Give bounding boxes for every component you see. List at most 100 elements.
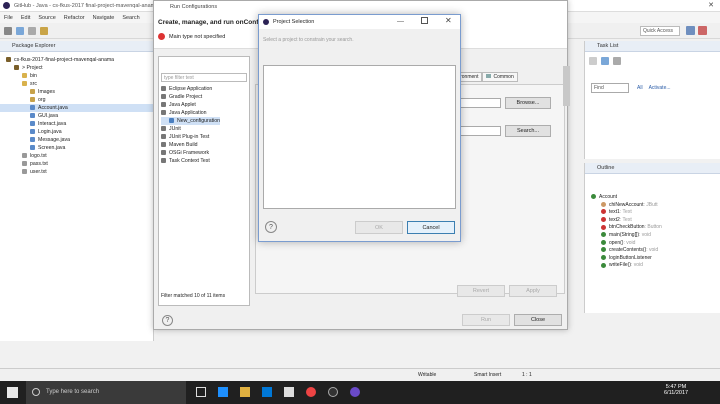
perspective-icon[interactable]: [686, 26, 695, 35]
task-find-row: Find All Activate...: [591, 83, 671, 93]
tree-item[interactable]: bin: [0, 72, 153, 80]
config-type-item[interactable]: New_configuration: [161, 117, 220, 125]
tree-item[interactable]: GUI.java: [0, 112, 153, 120]
filter-tasks-icon[interactable]: [601, 57, 609, 65]
debug-icon[interactable]: [40, 26, 48, 35]
close-icon[interactable]: ✕: [445, 16, 452, 25]
outline-item[interactable]: btnCheckButton: Button: [591, 224, 720, 232]
activate-link[interactable]: Activate...: [649, 85, 671, 91]
outline-item[interactable]: text1: Text: [591, 209, 720, 217]
config-type-item[interactable]: JUnit: [161, 125, 220, 133]
config-type-label: Maven Build: [169, 142, 198, 148]
browse-button[interactable]: Browse...: [505, 97, 551, 109]
help-icon[interactable]: ?: [162, 315, 173, 326]
tree-item-icon: [14, 65, 19, 71]
tree-item[interactable]: org: [0, 96, 153, 104]
tree-item-icon: [22, 169, 27, 175]
outline-item[interactable]: chiNewAccount: JButt: [591, 202, 720, 210]
menu-item-refactor[interactable]: Refactor: [64, 15, 85, 21]
windows-start-icon[interactable]: [7, 387, 18, 398]
package-explorer: Package Explorer cs-fkus-2017-final-proj…: [0, 41, 154, 341]
tree-item[interactable]: Interact.java: [0, 120, 153, 128]
taskbar-search[interactable]: Type here to search: [26, 381, 186, 404]
project-list[interactable]: [263, 65, 456, 209]
config-type-item[interactable]: OSGi Framework: [161, 149, 220, 157]
find-input[interactable]: Find: [591, 83, 629, 93]
cancel-button[interactable]: Cancel: [407, 221, 455, 234]
collapse-tasks-icon[interactable]: [613, 57, 621, 65]
outline-item-label: main(String[]): [609, 231, 640, 238]
tree-item[interactable]: user.txt: [0, 168, 153, 176]
chrome-icon[interactable]: [306, 387, 316, 397]
outline-item[interactable]: text2: Text: [591, 217, 720, 225]
outline-item[interactable]: open(): void: [591, 240, 720, 248]
outline-item[interactable]: Account: [591, 194, 720, 202]
config-type-icon: [161, 110, 166, 116]
close-button[interactable]: Close: [514, 314, 562, 326]
project-field[interactable]: [455, 98, 501, 108]
task-view-icon[interactable]: [196, 387, 206, 397]
config-type-item[interactable]: JUnit Plug-in Test: [161, 133, 220, 141]
tree-item[interactable]: Images: [0, 88, 153, 96]
main-class-field[interactable]: [455, 126, 501, 136]
tree-item[interactable]: src: [0, 80, 153, 88]
all-link[interactable]: All: [637, 85, 643, 91]
minimize-icon[interactable]: —: [397, 18, 404, 25]
tree-item[interactable]: logo.txt: [0, 152, 153, 160]
tree-item-label: org: [38, 97, 46, 103]
app-icon[interactable]: [284, 387, 294, 397]
help-icon[interactable]: ?: [265, 221, 277, 233]
save-icon[interactable]: [16, 26, 24, 35]
config-type-item[interactable]: Gradle Project: [161, 93, 220, 101]
tree-item-icon: [22, 81, 27, 87]
package-explorer-title: Package Explorer: [12, 43, 56, 49]
tree-item[interactable]: Login.java: [0, 128, 153, 136]
close-window-button[interactable]: ✕: [708, 1, 714, 9]
menu-item-navigate[interactable]: Navigate: [93, 15, 115, 21]
store-icon[interactable]: [262, 387, 272, 397]
config-type-item[interactable]: Eclipse Application: [161, 85, 220, 93]
config-type-item[interactable]: Maven Build: [161, 141, 220, 149]
maximize-icon[interactable]: [421, 17, 428, 24]
tree-item[interactable]: Screen.java: [0, 144, 153, 152]
tree-item[interactable]: Message.java: [0, 136, 153, 144]
outline-item[interactable]: createContents(): void: [591, 247, 720, 255]
new-task-icon[interactable]: [589, 57, 597, 65]
tab-common[interactable]: Common: [482, 72, 518, 82]
outline-item[interactable]: writeFile(): void: [591, 262, 720, 270]
file-explorer-icon[interactable]: [240, 387, 250, 397]
quick-access-field[interactable]: Quick Access: [640, 26, 680, 36]
filter-input[interactable]: type filter text: [161, 73, 247, 82]
edge-icon[interactable]: [218, 387, 228, 397]
apply-button[interactable]: Apply: [509, 285, 557, 297]
github-icon[interactable]: [328, 387, 338, 397]
tree-item-icon: [22, 161, 27, 167]
ok-button[interactable]: OK: [355, 221, 403, 234]
config-type-icon: [161, 142, 166, 148]
revert-button[interactable]: Revert: [457, 285, 505, 297]
menu-item-search[interactable]: Search: [122, 15, 139, 21]
detail-scrollbar[interactable]: [563, 66, 570, 106]
outline-item[interactable]: loginButtonListener: [591, 255, 720, 263]
menu-item-edit[interactable]: Edit: [21, 15, 30, 21]
search-button[interactable]: Search...: [505, 125, 551, 137]
config-type-item[interactable]: Java Applet: [161, 101, 220, 109]
run-button[interactable]: Run: [462, 314, 510, 326]
eclipse-taskbar-icon[interactable]: [350, 387, 360, 397]
tree-item-icon: [30, 89, 35, 95]
clock[interactable]: 5:47 PM 6/11/2017: [664, 384, 688, 396]
common-tab-icon: [486, 74, 492, 78]
outline-item-label: open(): [609, 239, 624, 246]
tree-item[interactable]: Account.java: [0, 104, 153, 112]
tree-item[interactable]: cs-fkus-2017-final-project-mavenqal-anam…: [0, 56, 153, 64]
tree-item[interactable]: > Project: [0, 64, 153, 72]
git-perspective-icon[interactable]: [698, 26, 707, 35]
config-type-item[interactable]: Java Application: [161, 109, 220, 117]
config-type-item[interactable]: Task Context Test: [161, 157, 220, 165]
menu-item-file[interactable]: File: [4, 15, 13, 21]
tree-item[interactable]: pass.txt: [0, 160, 153, 168]
new-icon[interactable]: [4, 26, 12, 35]
outline-item[interactable]: main(String[]): void: [591, 232, 720, 240]
menu-item-source[interactable]: Source: [38, 15, 55, 21]
print-icon[interactable]: [28, 26, 36, 35]
